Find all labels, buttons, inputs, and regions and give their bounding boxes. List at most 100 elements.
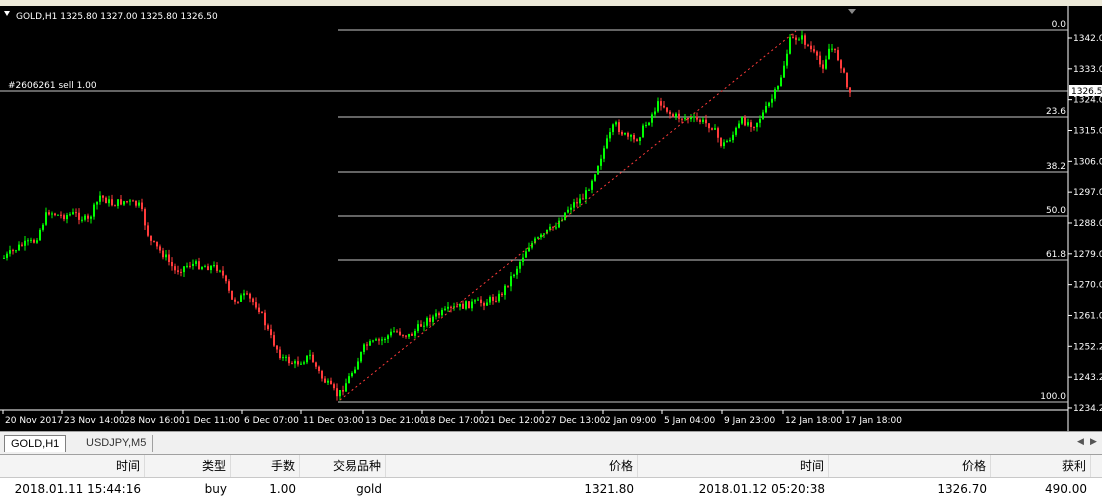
candle-body bbox=[261, 312, 263, 314]
chart-menu-icon[interactable] bbox=[4, 11, 10, 16]
candle-body bbox=[123, 201, 125, 205]
candle-body bbox=[591, 180, 593, 190]
col-symbol[interactable]: 交易品种 bbox=[300, 455, 386, 477]
candle-body bbox=[219, 270, 221, 272]
date-tick-label: 18 Dec 17:00 bbox=[424, 416, 485, 426]
candle-body bbox=[777, 85, 779, 90]
col-price[interactable]: 价格 bbox=[386, 455, 638, 477]
candle-body bbox=[39, 229, 41, 241]
tab-usdjpy-m5[interactable]: USDJPY,M5 bbox=[80, 435, 154, 452]
candle-body bbox=[798, 39, 800, 41]
candle-body bbox=[693, 116, 695, 118]
candle-body bbox=[498, 293, 500, 302]
candle-body bbox=[114, 205, 116, 207]
candle-body bbox=[642, 125, 644, 138]
candle-body bbox=[51, 213, 53, 215]
col-time[interactable]: 时间 bbox=[0, 455, 145, 477]
candle-body bbox=[834, 48, 836, 51]
candle-body bbox=[339, 390, 341, 397]
candle-body bbox=[537, 237, 539, 239]
col-lots[interactable]: 手数 bbox=[231, 455, 300, 477]
candle-body bbox=[225, 275, 227, 282]
candle-body bbox=[660, 101, 662, 106]
candle-body bbox=[684, 118, 686, 120]
candle-body bbox=[636, 139, 638, 141]
candle-body bbox=[354, 369, 356, 374]
col-profit[interactable]: 获利 bbox=[991, 455, 1091, 477]
candle-body bbox=[168, 254, 170, 262]
candle-body bbox=[141, 202, 143, 210]
candle-body bbox=[741, 117, 743, 124]
tab-gold-h1[interactable]: GOLD,H1 bbox=[4, 435, 67, 452]
chart-tabs: GOLD,H1 USDJPY,M5 ◀ ▶ bbox=[0, 431, 1102, 455]
candle-body bbox=[342, 390, 344, 392]
cell-close-price: 1326.70 bbox=[937, 482, 987, 496]
candle-body bbox=[327, 380, 329, 383]
table-row[interactable]: 2018.01.11 15:44:16 buy 1.00 gold 1321.8… bbox=[0, 478, 1102, 500]
candle-body bbox=[564, 212, 566, 220]
candle-body bbox=[456, 306, 458, 308]
candle-body bbox=[54, 213, 56, 216]
candle-body bbox=[582, 198, 584, 200]
trade-history-table: 时间 类型 手数 交易品种 价格 时间 价格 获利 2018.01.11 15:… bbox=[0, 454, 1102, 501]
price-tick-label: 1342.00 bbox=[1073, 34, 1102, 44]
candle-body bbox=[360, 351, 362, 362]
candle-body bbox=[780, 77, 782, 86]
candle-body bbox=[348, 376, 350, 384]
candle-body bbox=[171, 261, 173, 267]
candle-body bbox=[417, 324, 419, 331]
col-type[interactable]: 类型 bbox=[145, 455, 231, 477]
candle-body bbox=[69, 214, 71, 216]
candle-body bbox=[330, 380, 332, 385]
candle-body bbox=[336, 388, 338, 397]
cell-open-time: 2018.01.11 15:44:16 bbox=[14, 482, 141, 496]
candle-body bbox=[813, 49, 815, 52]
candle-body bbox=[570, 207, 572, 210]
candle-body bbox=[111, 199, 113, 206]
candle-body bbox=[795, 37, 797, 40]
candle-body bbox=[459, 303, 461, 307]
date-tick-label: 17 Jan 18:00 bbox=[845, 416, 902, 426]
price-tick-label: 1306.00 bbox=[1073, 157, 1102, 167]
candle-body bbox=[465, 301, 467, 309]
candle-body bbox=[516, 268, 518, 275]
candle-body bbox=[393, 331, 395, 333]
candle-body bbox=[402, 334, 404, 336]
fib-level-label: 0.0 bbox=[1052, 20, 1067, 30]
candle-body bbox=[288, 356, 290, 364]
price-tick-label: 1243.25 bbox=[1073, 373, 1102, 383]
tab-scroll-left-icon[interactable]: ◀ bbox=[1077, 436, 1084, 447]
chart-shift-icon[interactable] bbox=[848, 9, 856, 14]
candle-body bbox=[321, 370, 323, 379]
col-close-time[interactable]: 时间 bbox=[638, 455, 829, 477]
candle-body bbox=[381, 339, 383, 341]
candle-body bbox=[366, 344, 368, 346]
candle-body bbox=[33, 239, 35, 243]
candle-body bbox=[543, 233, 545, 235]
candle-body bbox=[42, 224, 44, 230]
candle-body bbox=[648, 122, 650, 125]
fib-level-label: 100.0 bbox=[1040, 392, 1066, 402]
candle-body bbox=[189, 265, 191, 267]
fib-level-label: 50.0 bbox=[1046, 206, 1066, 216]
fibonacci-retracement[interactable]: 0.0 23.6 38.2 50.0 61.8 100.0 bbox=[338, 20, 1068, 403]
candle-body bbox=[594, 174, 596, 181]
candle-body bbox=[450, 306, 452, 308]
candle-body bbox=[633, 135, 635, 140]
candle-body bbox=[267, 325, 269, 330]
date-axis: 20 Nov 2017 23 Nov 14:00 28 Nov 16:00 1 Dec… bbox=[2, 410, 902, 426]
candle-body bbox=[429, 317, 431, 322]
price-tick-label: 1261.00 bbox=[1073, 311, 1102, 321]
price-chart[interactable]: GOLD,H1 1325.80 1327.00 1325.80 1326.50 … bbox=[0, 6, 1102, 431]
candle-body bbox=[246, 293, 248, 295]
tab-scroll-right-icon[interactable]: ▶ bbox=[1090, 436, 1097, 447]
candle-body bbox=[192, 263, 194, 267]
candle-body bbox=[483, 303, 485, 306]
candle-body bbox=[840, 60, 842, 69]
candle-body bbox=[810, 45, 812, 50]
candle-body bbox=[240, 295, 242, 302]
candle-body bbox=[297, 361, 299, 365]
candle-body bbox=[294, 361, 296, 364]
candle-body bbox=[399, 331, 401, 335]
col-close-price[interactable]: 价格 bbox=[829, 455, 991, 477]
